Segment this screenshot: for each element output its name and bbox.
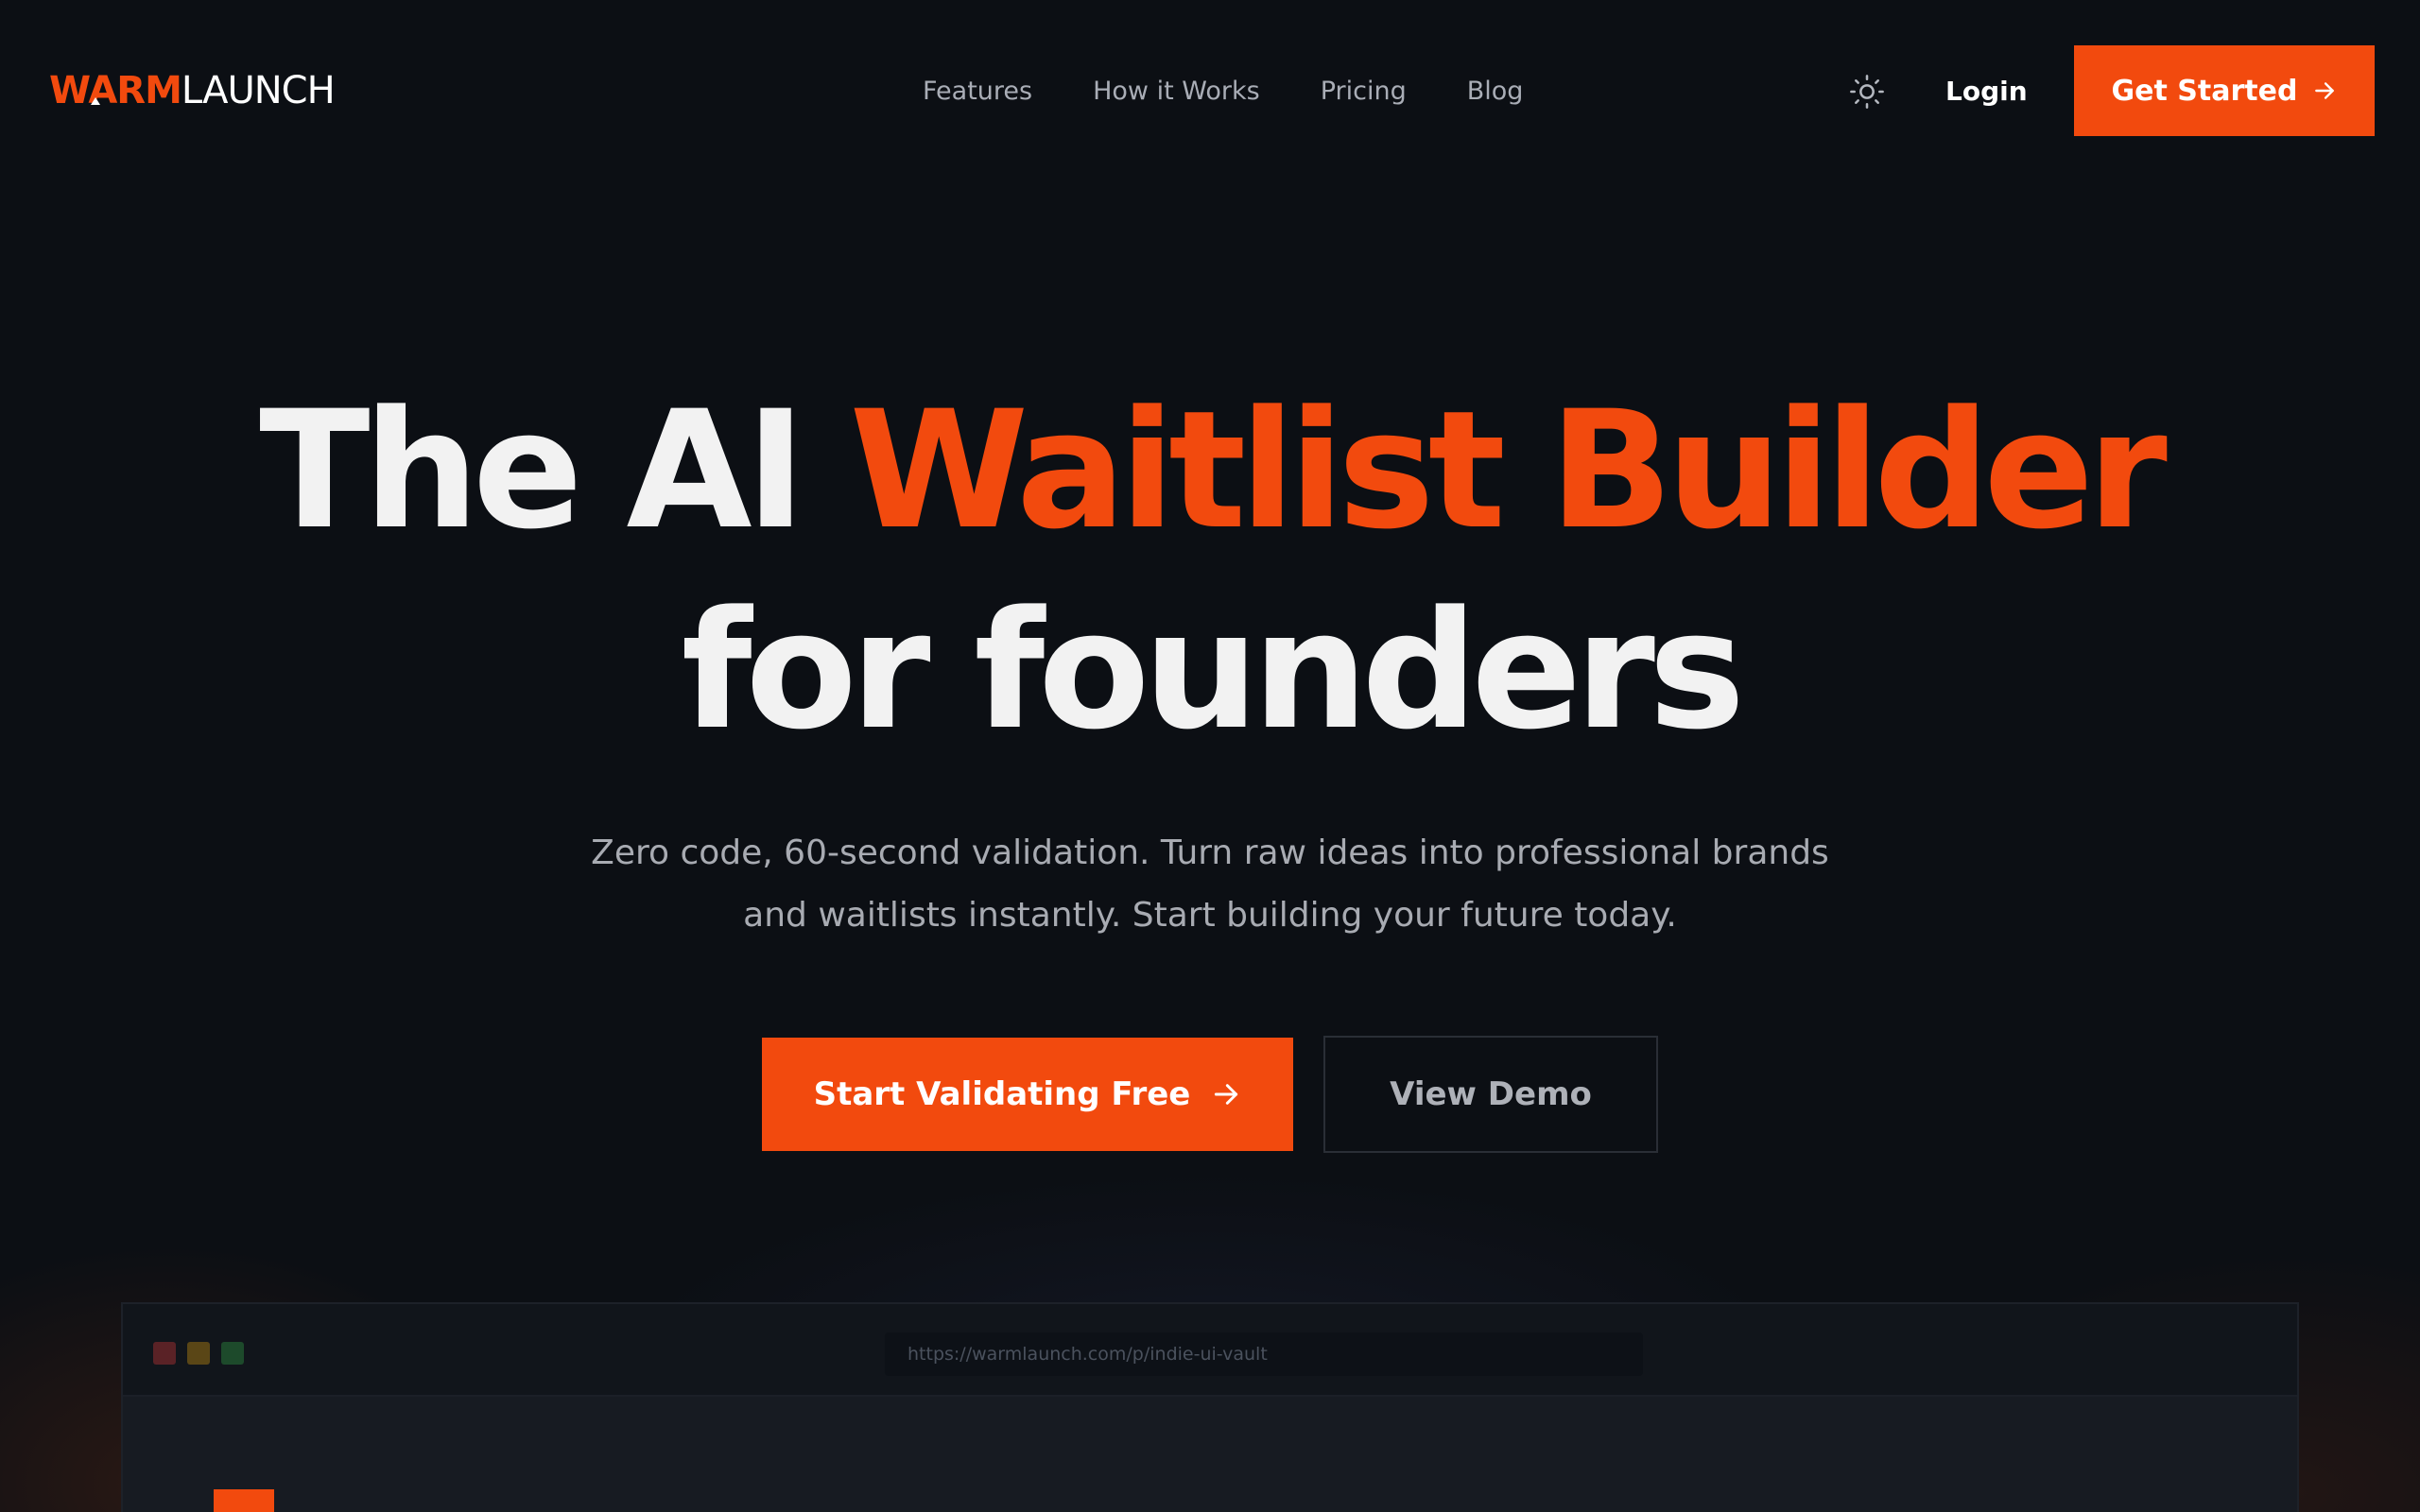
logo-caret-icon [91, 97, 100, 105]
logo-launch: LAUNCH [181, 69, 336, 112]
nav-link-features[interactable]: Features [923, 70, 1032, 113]
browser-preview: https://warmlaunch.com/p/indie-ui-vault [121, 1302, 2299, 1512]
hero-title: The AI Waitlist Builder for founders [0, 370, 2420, 771]
hero-subtitle-line2: and waitlists instantly. Start building … [743, 896, 1677, 935]
arrow-right-icon [1215, 1084, 1238, 1105]
hero-title-accent: Waitlist Builder [849, 375, 2168, 565]
view-demo-button[interactable]: View Demo [1323, 1036, 1658, 1153]
view-demo-label: View Demo [1390, 1075, 1592, 1113]
preview-logo-icon [214, 1489, 274, 1512]
logo[interactable]: WARMLAUNCH [49, 66, 336, 115]
browser-toolbar: https://warmlaunch.com/p/indie-ui-vault [123, 1304, 2297, 1397]
top-nav: WARMLAUNCH Features How it Works Pricing… [0, 0, 2420, 183]
hero-title-line2: for founders [681, 576, 1746, 765]
nav-link-blog[interactable]: Blog [1467, 70, 1524, 113]
logo-warm: WARM [49, 69, 182, 112]
sun-icon [1850, 75, 1884, 109]
nav-link-pricing[interactable]: Pricing [1321, 70, 1407, 113]
window-minimize-dot [187, 1342, 210, 1365]
nav-links: Features How it Works Pricing Blog [923, 70, 1523, 113]
preview-content [123, 1397, 2297, 1512]
login-link[interactable]: Login [1945, 70, 2028, 113]
start-validating-button[interactable]: Start Validating Free [762, 1038, 1293, 1151]
hero-subtitle-line1: Zero code, 60-second validation. Turn ra… [591, 833, 1829, 872]
hero-subtitle: Zero code, 60-second validation. Turn ra… [548, 822, 1872, 947]
theme-toggle-button[interactable] [1847, 72, 1887, 112]
window-maximize-dot [221, 1342, 244, 1365]
nav-link-how-it-works[interactable]: How it Works [1093, 70, 1260, 113]
landing-page: WARMLAUNCH Features How it Works Pricing… [0, 0, 2420, 1512]
start-validating-label: Start Validating Free [813, 1075, 1191, 1113]
arrow-right-icon [2315, 82, 2335, 99]
window-close-dot [153, 1342, 176, 1365]
hero-title-prefix: The AI [259, 375, 850, 565]
get-started-label: Get Started [2111, 74, 2298, 108]
get-started-button[interactable]: Get Started [2074, 45, 2375, 136]
url-bar: https://warmlaunch.com/p/indie-ui-vault [885, 1332, 1643, 1376]
